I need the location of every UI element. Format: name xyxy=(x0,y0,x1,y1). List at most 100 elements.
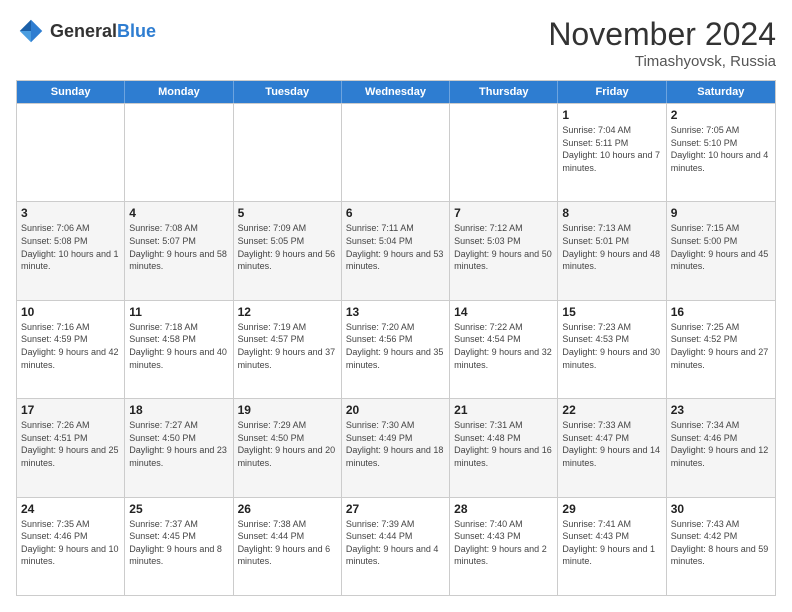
calendar-cell: 3 Sunrise: 7:06 AM Sunset: 5:08 PM Daylig… xyxy=(17,202,125,299)
calendar-cell xyxy=(17,104,125,201)
day-header-wednesday: Wednesday xyxy=(342,81,450,103)
calendar-row-1: 1 Sunrise: 7:04 AM Sunset: 5:11 PM Daylig… xyxy=(17,103,775,201)
day-number: 4 xyxy=(129,206,228,220)
calendar-cell: 4 Sunrise: 7:08 AM Sunset: 5:07 PM Daylig… xyxy=(125,202,233,299)
day-info: Sunrise: 7:34 AM Sunset: 4:46 PM Dayligh… xyxy=(671,419,771,469)
day-info: Sunrise: 7:43 AM Sunset: 4:42 PM Dayligh… xyxy=(671,518,771,568)
day-info: Sunrise: 7:09 AM Sunset: 5:05 PM Dayligh… xyxy=(238,222,337,272)
calendar-cell: 25Sunrise: 7:37 AM Sunset: 4:45 PM Dayli… xyxy=(125,498,233,595)
calendar-cell: 5 Sunrise: 7:09 AM Sunset: 5:05 PM Daylig… xyxy=(234,202,342,299)
title-block: November 2024 Timashyovsk, Russia xyxy=(548,16,776,70)
calendar-cell: 8Sunrise: 7:13 AM Sunset: 5:01 PM Daylig… xyxy=(558,202,666,299)
day-info: Sunrise: 7:26 AM Sunset: 4:51 PM Dayligh… xyxy=(21,419,120,469)
calendar-cell xyxy=(125,104,233,201)
calendar-cell xyxy=(234,104,342,201)
day-info: Sunrise: 7:33 AM Sunset: 4:47 PM Dayligh… xyxy=(562,419,661,469)
title-location: Timashyovsk, Russia xyxy=(548,53,776,70)
day-header-saturday: Saturday xyxy=(667,81,775,103)
day-info: Sunrise: 7:05 AM Sunset: 5:10 PM Dayligh… xyxy=(671,124,771,174)
day-info: Sunrise: 7:12 AM Sunset: 5:03 PM Dayligh… xyxy=(454,222,553,272)
day-number: 23 xyxy=(671,403,771,417)
day-number: 25 xyxy=(129,502,228,516)
calendar-cell: 14Sunrise: 7:22 AM Sunset: 4:54 PM Dayli… xyxy=(450,301,558,398)
logo-text: GeneralBlue xyxy=(50,21,156,42)
day-info: Sunrise: 7:11 AM Sunset: 5:04 PM Dayligh… xyxy=(346,222,445,272)
day-number: 10 xyxy=(21,305,120,319)
calendar-cell: 23 Sunrise: 7:34 AM Sunset: 4:46 PM Dayli… xyxy=(667,399,775,496)
day-info: Sunrise: 7:38 AM Sunset: 4:44 PM Dayligh… xyxy=(238,518,337,568)
day-info: Sunrise: 7:41 AM Sunset: 4:43 PM Dayligh… xyxy=(562,518,661,568)
day-number: 12 xyxy=(238,305,337,319)
day-info: Sunrise: 7:30 AM Sunset: 4:49 PM Dayligh… xyxy=(346,419,445,469)
day-number: 27 xyxy=(346,502,445,516)
calendar-header: SundayMondayTuesdayWednesdayThursdayFrid… xyxy=(17,81,775,103)
calendar-cell: 12 Sunrise: 7:19 AM Sunset: 4:57 PM Dayli… xyxy=(234,301,342,398)
day-info: Sunrise: 7:19 AM Sunset: 4:57 PM Dayligh… xyxy=(238,321,337,371)
day-header-monday: Monday xyxy=(125,81,233,103)
calendar-cell: 21Sunrise: 7:31 AM Sunset: 4:48 PM Dayli… xyxy=(450,399,558,496)
calendar-cell: 13 Sunrise: 7:20 AM Sunset: 4:56 PM Dayli… xyxy=(342,301,450,398)
day-info: Sunrise: 7:06 AM Sunset: 5:08 PM Dayligh… xyxy=(21,222,120,272)
title-month: November 2024 xyxy=(548,16,776,53)
calendar-row-4: 17 Sunrise: 7:26 AM Sunset: 4:51 PM Dayli… xyxy=(17,398,775,496)
day-number: 9 xyxy=(671,206,771,220)
day-number: 13 xyxy=(346,305,445,319)
day-number: 22 xyxy=(562,403,661,417)
day-number: 5 xyxy=(238,206,337,220)
logo-icon xyxy=(16,16,46,46)
page: GeneralBlue November 2024 Timashyovsk, R… xyxy=(0,0,792,612)
day-number: 17 xyxy=(21,403,120,417)
calendar-row-5: 24 Sunrise: 7:35 AM Sunset: 4:46 PM Dayli… xyxy=(17,497,775,595)
day-info: Sunrise: 7:29 AM Sunset: 4:50 PM Dayligh… xyxy=(238,419,337,469)
day-header-thursday: Thursday xyxy=(450,81,558,103)
day-number: 11 xyxy=(129,305,228,319)
calendar-cell: 30 Sunrise: 7:43 AM Sunset: 4:42 PM Dayli… xyxy=(667,498,775,595)
day-number: 14 xyxy=(454,305,553,319)
calendar-cell xyxy=(342,104,450,201)
calendar-cell: 16Sunrise: 7:25 AM Sunset: 4:52 PM Dayli… xyxy=(667,301,775,398)
calendar: SundayMondayTuesdayWednesdayThursdayFrid… xyxy=(16,80,776,596)
calendar-cell: 19 Sunrise: 7:29 AM Sunset: 4:50 PM Dayli… xyxy=(234,399,342,496)
calendar-cell: 11 Sunrise: 7:18 AM Sunset: 4:58 PM Dayli… xyxy=(125,301,233,398)
logo-blue: Blue xyxy=(117,21,156,41)
day-info: Sunrise: 7:04 AM Sunset: 5:11 PM Dayligh… xyxy=(562,124,661,174)
calendar-cell xyxy=(450,104,558,201)
day-info: Sunrise: 7:20 AM Sunset: 4:56 PM Dayligh… xyxy=(346,321,445,371)
day-number: 26 xyxy=(238,502,337,516)
day-info: Sunrise: 7:08 AM Sunset: 5:07 PM Dayligh… xyxy=(129,222,228,272)
day-number: 1 xyxy=(562,108,661,122)
day-header-sunday: Sunday xyxy=(17,81,125,103)
calendar-cell: 27Sunrise: 7:39 AM Sunset: 4:44 PM Dayli… xyxy=(342,498,450,595)
calendar-cell: 26 Sunrise: 7:38 AM Sunset: 4:44 PM Dayli… xyxy=(234,498,342,595)
day-info: Sunrise: 7:35 AM Sunset: 4:46 PM Dayligh… xyxy=(21,518,120,568)
calendar-cell: 10 Sunrise: 7:16 AM Sunset: 4:59 PM Dayli… xyxy=(17,301,125,398)
day-info: Sunrise: 7:18 AM Sunset: 4:58 PM Dayligh… xyxy=(129,321,228,371)
calendar-cell: 22 Sunrise: 7:33 AM Sunset: 4:47 PM Dayli… xyxy=(558,399,666,496)
calendar-cell: 9 Sunrise: 7:15 AM Sunset: 5:00 PM Daylig… xyxy=(667,202,775,299)
day-number: 20 xyxy=(346,403,445,417)
header: GeneralBlue November 2024 Timashyovsk, R… xyxy=(16,16,776,70)
day-number: 15 xyxy=(562,305,661,319)
day-number: 3 xyxy=(21,206,120,220)
day-number: 29 xyxy=(562,502,661,516)
day-number: 30 xyxy=(671,502,771,516)
calendar-cell: 17 Sunrise: 7:26 AM Sunset: 4:51 PM Dayli… xyxy=(17,399,125,496)
day-info: Sunrise: 7:23 AM Sunset: 4:53 PM Dayligh… xyxy=(562,321,661,371)
day-info: Sunrise: 7:27 AM Sunset: 4:50 PM Dayligh… xyxy=(129,419,228,469)
calendar-cell: 28Sunrise: 7:40 AM Sunset: 4:43 PM Dayli… xyxy=(450,498,558,595)
calendar-row-2: 3 Sunrise: 7:06 AM Sunset: 5:08 PM Daylig… xyxy=(17,201,775,299)
day-info: Sunrise: 7:25 AM Sunset: 4:52 PM Dayligh… xyxy=(671,321,771,371)
calendar-cell: 1 Sunrise: 7:04 AM Sunset: 5:11 PM Daylig… xyxy=(558,104,666,201)
day-number: 19 xyxy=(238,403,337,417)
day-number: 24 xyxy=(21,502,120,516)
calendar-cell: 15 Sunrise: 7:23 AM Sunset: 4:53 PM Dayli… xyxy=(558,301,666,398)
day-header-friday: Friday xyxy=(558,81,666,103)
day-number: 6 xyxy=(346,206,445,220)
day-info: Sunrise: 7:16 AM Sunset: 4:59 PM Dayligh… xyxy=(21,321,120,371)
calendar-cell: 7Sunrise: 7:12 AM Sunset: 5:03 PM Daylig… xyxy=(450,202,558,299)
calendar-cell: 18Sunrise: 7:27 AM Sunset: 4:50 PM Dayli… xyxy=(125,399,233,496)
day-info: Sunrise: 7:15 AM Sunset: 5:00 PM Dayligh… xyxy=(671,222,771,272)
calendar-cell: 2Sunrise: 7:05 AM Sunset: 5:10 PM Daylig… xyxy=(667,104,775,201)
day-header-tuesday: Tuesday xyxy=(234,81,342,103)
day-number: 8 xyxy=(562,206,661,220)
